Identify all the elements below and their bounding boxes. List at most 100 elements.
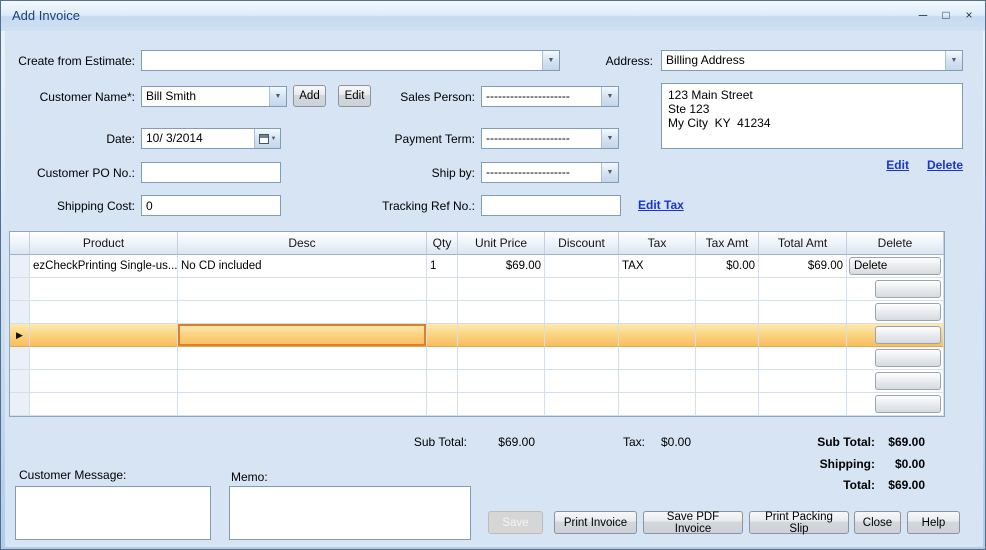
unit-price-cell[interactable] [458, 301, 545, 324]
tax-cell[interactable] [619, 370, 696, 393]
qty-cell[interactable] [427, 347, 458, 370]
product-cell[interactable] [30, 324, 178, 347]
minimize-button[interactable]: ─ [915, 7, 931, 23]
row-selector-cell[interactable] [10, 393, 30, 416]
shipping-cost-input[interactable] [141, 195, 281, 216]
qty-cell[interactable] [427, 393, 458, 416]
qty-cell[interactable] [427, 301, 458, 324]
unit-price-cell[interactable] [458, 370, 545, 393]
close-button[interactable]: Close [854, 511, 901, 534]
discount-cell[interactable] [545, 278, 619, 301]
qty-cell[interactable]: 1 [427, 255, 458, 278]
desc-cell[interactable] [178, 347, 427, 370]
discount-cell[interactable] [545, 347, 619, 370]
sales-person-select[interactable]: --------------------- ▼ [481, 86, 619, 107]
unit-price-cell[interactable] [458, 324, 545, 347]
total-amt-cell[interactable]: $69.00 [759, 255, 847, 278]
total-amt-cell[interactable] [759, 347, 847, 370]
qty-cell[interactable] [427, 278, 458, 301]
customer-message-input[interactable] [15, 486, 211, 540]
discount-cell[interactable] [545, 324, 619, 347]
tax-amt-cell[interactable] [696, 370, 759, 393]
row-selector-cell[interactable] [10, 347, 30, 370]
close-button-window[interactable]: × [961, 7, 977, 23]
save-button[interactable]: Save [488, 511, 543, 534]
product-cell[interactable] [30, 393, 178, 416]
tax-amt-cell[interactable]: $0.00 [696, 255, 759, 278]
qty-cell[interactable] [427, 324, 458, 347]
calendar-dropdown-button[interactable]: ▼ [254, 129, 280, 148]
row-selector-cell[interactable] [10, 255, 30, 278]
chevron-down-icon[interactable]: ▼ [601, 87, 618, 106]
row-selector-cell[interactable] [10, 278, 30, 301]
total-amt-cell[interactable] [759, 370, 847, 393]
desc-cell-active[interactable] [178, 324, 427, 347]
unit-price-cell[interactable] [458, 393, 545, 416]
customer-name-select[interactable]: Bill Smith ▼ [141, 86, 287, 107]
delete-address-link[interactable]: Delete [927, 158, 963, 172]
discount-cell[interactable] [545, 393, 619, 416]
save-pdf-invoice-button[interactable]: Save PDF Invoice [643, 511, 743, 534]
total-amt-cell[interactable] [759, 324, 847, 347]
tax-amt-cell[interactable] [696, 278, 759, 301]
product-cell[interactable] [30, 370, 178, 393]
chevron-down-icon[interactable]: ▼ [601, 163, 618, 182]
tax-cell[interactable] [619, 324, 696, 347]
chevron-down-icon[interactable]: ▼ [601, 129, 618, 148]
tax-amt-cell[interactable] [696, 324, 759, 347]
customer-po-input[interactable] [141, 162, 281, 183]
tax-cell[interactable]: TAX [619, 255, 696, 278]
create-from-estimate-select[interactable]: ▼ [141, 50, 560, 71]
delete-row-button[interactable] [875, 395, 941, 413]
delete-row-button[interactable] [875, 372, 941, 390]
desc-cell[interactable] [178, 278, 427, 301]
unit-price-cell[interactable] [458, 347, 545, 370]
help-button[interactable]: Help [907, 511, 960, 534]
add-customer-button[interactable]: Add [293, 85, 326, 107]
edit-customer-button[interactable]: Edit [338, 85, 371, 107]
tax-cell[interactable] [619, 301, 696, 324]
titlebar[interactable]: Add Invoice ─ □ × [1, 1, 985, 31]
print-packing-slip-button[interactable]: Print Packing Slip [749, 511, 849, 534]
product-cell[interactable]: ezCheckPrinting Single-us... [30, 255, 178, 278]
desc-cell[interactable] [178, 370, 427, 393]
delete-row-button[interactable] [875, 303, 941, 321]
edit-tax-link[interactable]: Edit Tax [638, 198, 684, 212]
product-cell[interactable] [30, 301, 178, 324]
product-cell[interactable] [30, 347, 178, 370]
chevron-down-icon[interactable]: ▼ [945, 51, 962, 70]
memo-input[interactable] [229, 486, 471, 540]
discount-cell[interactable] [545, 370, 619, 393]
row-selector-cell[interactable] [10, 301, 30, 324]
edit-address-link[interactable]: Edit [886, 158, 909, 172]
desc-cell[interactable]: No CD included [178, 255, 427, 278]
tax-amt-cell[interactable] [696, 347, 759, 370]
product-cell[interactable] [30, 278, 178, 301]
discount-cell[interactable] [545, 255, 619, 278]
tax-amt-cell[interactable] [696, 301, 759, 324]
total-amt-cell[interactable] [759, 278, 847, 301]
maximize-button[interactable]: □ [938, 7, 954, 23]
total-amt-cell[interactable] [759, 301, 847, 324]
chevron-down-icon[interactable]: ▼ [269, 87, 286, 106]
unit-price-cell[interactable]: $69.00 [458, 255, 545, 278]
discount-cell[interactable] [545, 301, 619, 324]
date-picker[interactable]: 10/ 3/2014 ▼ [141, 128, 281, 149]
row-selector-cell[interactable] [10, 370, 30, 393]
ship-by-select[interactable]: --------------------- ▼ [481, 162, 619, 183]
tax-cell[interactable] [619, 393, 696, 416]
unit-price-cell[interactable] [458, 278, 545, 301]
delete-row-button[interactable] [875, 326, 941, 344]
tax-cell[interactable] [619, 278, 696, 301]
total-amt-cell[interactable] [759, 393, 847, 416]
delete-row-button[interactable]: Delete [849, 257, 941, 275]
desc-cell[interactable] [178, 393, 427, 416]
delete-row-button[interactable] [875, 349, 941, 367]
print-invoice-button[interactable]: Print Invoice [554, 511, 637, 534]
payment-term-select[interactable]: --------------------- ▼ [481, 128, 619, 149]
chevron-down-icon[interactable]: ▼ [542, 51, 559, 70]
tax-amt-cell[interactable] [696, 393, 759, 416]
tracking-ref-input[interactable] [481, 195, 621, 216]
address-select[interactable]: Billing Address ▼ [661, 50, 963, 71]
desc-cell[interactable] [178, 301, 427, 324]
